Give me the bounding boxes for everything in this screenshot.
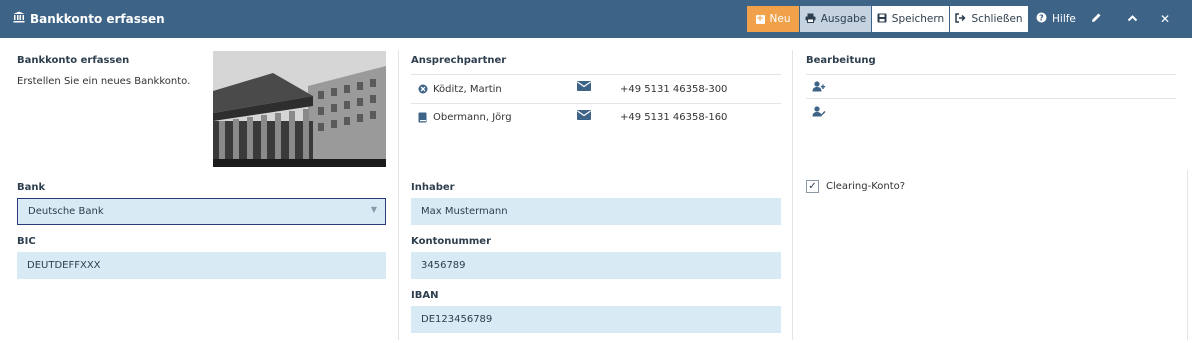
account-number-value: 3456789 xyxy=(421,260,466,271)
output-button-label: Ausgabe xyxy=(820,13,867,25)
contact-name: Köditz, Martin xyxy=(433,84,502,95)
iban-label: IBAN xyxy=(411,290,439,301)
bic-field[interactable]: DEUTDEFFXXX xyxy=(17,252,386,279)
intro-heading: Bankkonto erfassen xyxy=(17,55,130,66)
pencil-icon xyxy=(1091,12,1102,26)
holder-label: Inhaber xyxy=(411,182,455,193)
close-form-button[interactable]: Schließen xyxy=(950,6,1028,32)
contact-phone: +49 5131 46358-160 xyxy=(620,112,728,123)
clearing-checkbox[interactable]: ✓ xyxy=(806,180,819,193)
printer-icon xyxy=(805,13,816,26)
divider xyxy=(411,103,781,104)
close-form-button-label: Schließen xyxy=(971,13,1023,25)
contact-phone: +49 5131 46358-300 xyxy=(620,84,728,95)
envelope-icon[interactable] xyxy=(577,81,591,94)
save-button[interactable]: Speichern xyxy=(872,6,949,32)
editing-heading: Bearbeitung xyxy=(806,55,876,66)
close-icon: ✕ xyxy=(1160,12,1171,26)
plus-icon: + xyxy=(755,13,765,24)
sign-out-icon xyxy=(955,12,966,26)
bank-label: Bank xyxy=(17,182,46,193)
bic-value: DEUTDEFFXXX xyxy=(27,260,101,271)
window-title: Bankkonto erfassen xyxy=(13,11,165,26)
question-icon: ? xyxy=(1036,12,1047,26)
contact-name: Obermann, Jörg xyxy=(433,112,512,123)
title-bar: Bankkonto erfassen + Neu Ausgabe Speiche… xyxy=(0,0,1192,38)
save-icon xyxy=(877,13,887,26)
close-circle-icon xyxy=(418,84,428,97)
iban-field[interactable]: DE123456789 xyxy=(411,306,781,333)
save-button-label: Speichern xyxy=(891,13,945,25)
new-button-label: Neu xyxy=(769,13,791,25)
chevron-up-icon xyxy=(1127,13,1138,25)
window-title-text: Bankkonto erfassen xyxy=(30,11,165,26)
holder-field[interactable]: Max Mustermann xyxy=(411,198,781,225)
help-button[interactable]: ? Hilfe xyxy=(1036,6,1076,32)
contacts-heading: Ansprechpartner xyxy=(411,55,507,66)
account-number-field[interactable]: 3456789 xyxy=(411,252,781,279)
divider xyxy=(411,74,781,75)
bank-building-image xyxy=(213,51,386,167)
close-window-button[interactable]: ✕ xyxy=(1160,6,1170,32)
iban-value: DE123456789 xyxy=(421,314,493,325)
account-number-label: Kontonummer xyxy=(411,236,492,247)
column-divider xyxy=(1187,170,1188,340)
output-button[interactable]: Ausgabe xyxy=(800,6,871,32)
add-user-icon[interactable] xyxy=(812,81,826,95)
collapse-button[interactable] xyxy=(1127,6,1138,32)
divider xyxy=(806,74,1176,75)
column-divider xyxy=(398,50,399,340)
checkmark-icon: ✓ xyxy=(808,181,817,192)
bank-icon xyxy=(13,11,25,26)
bic-label: BIC xyxy=(17,236,36,247)
clearing-label: Clearing-Konto? xyxy=(826,181,906,192)
intro-text: Erstellen Sie ein neues Bankkonto. xyxy=(17,76,191,87)
envelope-icon[interactable] xyxy=(577,110,591,123)
book-icon xyxy=(418,112,427,126)
svg-text:?: ? xyxy=(1039,14,1044,23)
holder-value: Max Mustermann xyxy=(421,206,508,217)
new-button[interactable]: + Neu xyxy=(747,6,799,32)
divider xyxy=(806,98,1176,99)
column-divider xyxy=(792,50,793,340)
bank-select-value: Deutsche Bank xyxy=(28,206,104,217)
edit-button[interactable] xyxy=(1091,6,1102,32)
caret-down-icon: ▼ xyxy=(370,205,377,214)
help-button-label: Hilfe xyxy=(1052,13,1076,25)
bank-select[interactable]: Deutsche Bank ▼ xyxy=(17,198,386,225)
edit-user-icon[interactable] xyxy=(812,106,826,120)
